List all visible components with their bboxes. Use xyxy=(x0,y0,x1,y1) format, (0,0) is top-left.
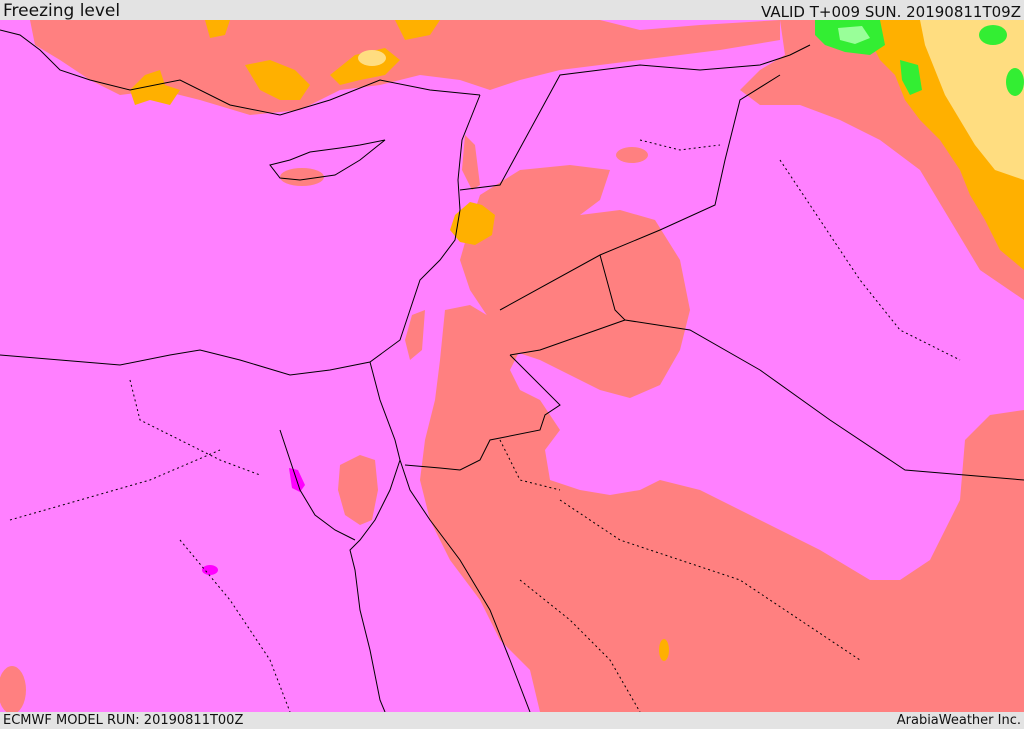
map-title: Freezing level xyxy=(3,1,121,21)
header-bar: Freezing level VALID T+009 SUN. 20190811… xyxy=(0,0,1024,20)
valid-time-label: VALID T+009 SUN. 20190811T09Z xyxy=(761,3,1021,21)
map-svg xyxy=(0,20,1024,712)
magenta-region-egypt xyxy=(202,565,218,575)
freezing-level-map[interactable] xyxy=(0,20,1024,712)
footer-bar: ECMWF MODEL RUN: 20190811T00Z ArabiaWeat… xyxy=(0,712,1024,729)
salmon-region-cyprus xyxy=(280,168,324,186)
credit-label: ArabiaWeather Inc. xyxy=(896,713,1021,728)
salmon-region-iraq-small xyxy=(616,147,648,163)
green-region-iran-4 xyxy=(1006,68,1024,96)
green-region-iran-3 xyxy=(979,25,1007,45)
orange-region-saudi-small xyxy=(659,639,669,661)
light-orange-region-turkey xyxy=(358,50,386,66)
model-run-label: ECMWF MODEL RUN: 20190811T00Z xyxy=(3,713,244,728)
